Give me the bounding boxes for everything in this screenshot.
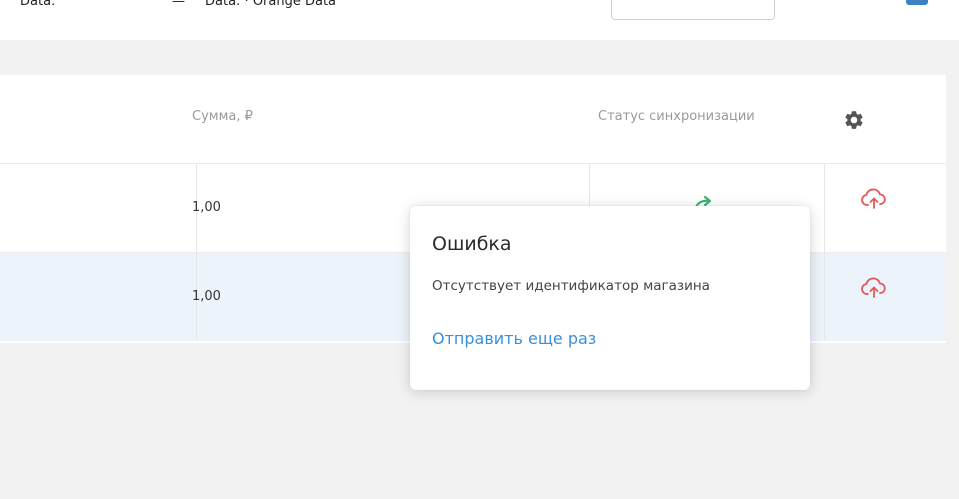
topbar-blue-toggle[interactable] (906, 0, 928, 5)
table-header: Сумма, ₽ Статус синхронизации (0, 75, 946, 164)
popover-message: Отсутствует идентификатор магазина (432, 278, 710, 294)
topbar-select[interactable] (611, 0, 775, 20)
cloud-upload-icon[interactable] (860, 275, 888, 301)
column-header-sum[interactable]: Сумма, ₽ (192, 109, 253, 124)
retry-link[interactable]: Отправить еще раз (432, 329, 596, 348)
cell-sum: 1,00 (192, 200, 221, 215)
column-divider (824, 253, 825, 341)
column-header-sync-status[interactable]: Статус синхронизации (598, 109, 755, 124)
topbar-label-1: Data: (20, 0, 56, 9)
column-divider (824, 164, 825, 252)
error-popover: Ошибка Отсутствует идентификатор магазин… (410, 206, 810, 390)
topbar-separator: — (172, 0, 185, 9)
gear-icon[interactable] (843, 109, 865, 131)
popover-title: Ошибка (432, 233, 512, 255)
top-bar: Data: — Data: · Orange Data (0, 0, 959, 40)
cell-sum: 1,00 (192, 289, 221, 304)
topbar-label-2: Data: · Orange Data (205, 0, 337, 9)
cloud-upload-icon[interactable] (860, 186, 888, 212)
